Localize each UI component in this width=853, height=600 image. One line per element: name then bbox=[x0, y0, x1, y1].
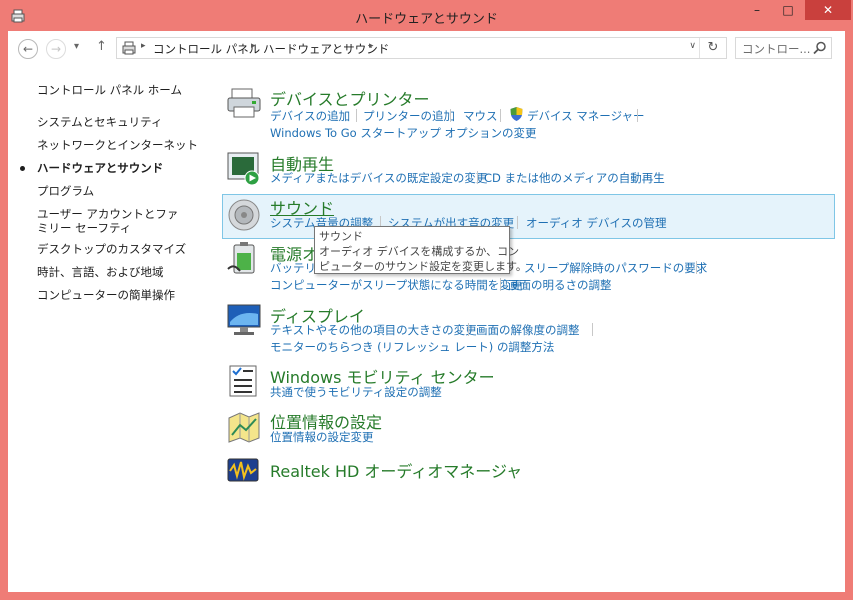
link-separator bbox=[592, 323, 593, 336]
sidebar-item-system-security[interactable]: システムとセキュリティ bbox=[37, 115, 162, 129]
link-cd-autoplay[interactable]: CD または他のメディアの自動再生 bbox=[484, 170, 665, 186]
link-mobility-settings[interactable]: 共通で使うモビリティ設定の調整 bbox=[270, 384, 442, 400]
search-box[interactable]: コントロー... bbox=[735, 37, 832, 59]
category-title[interactable]: Realtek HD オーディオマネージャ bbox=[270, 458, 522, 482]
link-windows-to-go[interactable]: Windows To Go スタートアップ オプションの変更 bbox=[270, 125, 537, 141]
link-add-device[interactable]: デバイスの追加 bbox=[270, 108, 350, 124]
control-panel-icon bbox=[122, 41, 136, 55]
link-device-manager[interactable]: デバイス マネージャー bbox=[527, 108, 645, 124]
link-separator bbox=[468, 323, 469, 336]
sidebar-item-personalization[interactable]: デスクトップのカスタマイズ bbox=[37, 242, 186, 256]
tooltip-sound: サウンド オーディオ デバイスを構成するか、コン ピューターのサウンド設定を変更… bbox=[314, 226, 527, 274]
link-separator bbox=[450, 109, 451, 122]
address-bar[interactable]: ▸ コントロール パネル ▸ ハードウェアとサウンド ▸ ∨ ↻ bbox=[116, 37, 727, 59]
link-text-size[interactable]: テキストやその他の項目の大きさの変更 bbox=[270, 322, 477, 338]
link-separator bbox=[637, 109, 638, 122]
link-adjust-brightness[interactable]: 画面の明るさの調整 bbox=[508, 277, 612, 293]
link-separator bbox=[500, 278, 501, 291]
link-separator bbox=[477, 171, 478, 184]
breadcrumb-separator[interactable]: ▸ bbox=[369, 41, 374, 51]
back-button[interactable]: ← bbox=[18, 39, 38, 59]
realtek-audio-icon[interactable] bbox=[226, 455, 260, 485]
link-separator bbox=[517, 216, 518, 229]
forward-button[interactable]: → bbox=[46, 39, 66, 59]
category-realtek-audio: Realtek HD オーディオマネージャ bbox=[222, 455, 834, 489]
link-add-printer[interactable]: プリンターの追加 bbox=[363, 108, 455, 124]
client-area: ← → ▾ ↑ ▸ コントロール パネル ▸ ハードウェアとサウンド ▸ ∨ ↻… bbox=[8, 31, 845, 592]
mobility-center-icon[interactable] bbox=[226, 364, 262, 400]
current-item-bullet bbox=[20, 166, 25, 171]
search-placeholder[interactable]: コントロー... bbox=[742, 41, 810, 57]
link-refresh-rate[interactable]: モニターのちらつき (リフレッシュ レート) の調整方法 bbox=[270, 339, 554, 355]
refresh-button[interactable]: ↻ bbox=[699, 38, 726, 58]
tooltip-line: ピューターのサウンド設定を変更します。 bbox=[319, 260, 527, 273]
speaker-icon[interactable] bbox=[226, 197, 262, 233]
sidebar-item-network-internet[interactable]: ネットワークとインターネット bbox=[37, 138, 198, 152]
link-mouse[interactable]: マウス bbox=[463, 108, 498, 124]
tooltip-title: サウンド bbox=[319, 230, 363, 243]
location-icon[interactable] bbox=[226, 409, 262, 445]
breadcrumb-separator[interactable]: ▸ bbox=[251, 41, 256, 51]
monitor-icon[interactable] bbox=[226, 302, 262, 338]
navigation-bar: ← → ▾ ↑ ▸ コントロール パネル ▸ ハードウェアとサウンド ▸ ∨ ↻… bbox=[8, 31, 845, 69]
link-separator bbox=[696, 261, 697, 274]
recent-locations-button[interactable]: ▾ bbox=[74, 41, 79, 52]
category-title[interactable]: デバイスとプリンター bbox=[270, 86, 430, 110]
link-screen-resolution[interactable]: 画面の解像度の調整 bbox=[476, 322, 580, 338]
sidebar-item-hardware-sound: ハードウェアとサウンド bbox=[37, 161, 164, 175]
minimize-button[interactable]: – bbox=[742, 0, 772, 20]
breadcrumb-separator[interactable]: ▸ bbox=[141, 41, 146, 51]
sidebar-item-ease-of-access[interactable]: コンピューターの簡単操作 bbox=[37, 288, 175, 302]
sidebar-item-clock-language-region[interactable]: 時計、言語、および地域 bbox=[37, 265, 164, 279]
sidebar-item-control-panel-home[interactable]: コントロール パネル ホーム bbox=[37, 83, 182, 97]
uac-shield-icon bbox=[510, 107, 523, 121]
link-autoplay-defaults[interactable]: メディアまたはデバイスの既定設定の変更 bbox=[270, 170, 487, 186]
printer-icon[interactable] bbox=[226, 85, 262, 121]
link-separator bbox=[500, 109, 501, 122]
link-manage-audio-devices[interactable]: オーディオ デバイスの管理 bbox=[526, 215, 667, 231]
tooltip-line: オーディオ デバイスを構成するか、コン bbox=[319, 245, 520, 258]
link-change-sleep-time[interactable]: コンピューターがスリープ状態になる時間を変更 bbox=[270, 277, 522, 293]
close-button[interactable]: ✕ bbox=[805, 0, 851, 20]
up-button[interactable]: ↑ bbox=[96, 39, 107, 54]
link-separator bbox=[356, 109, 357, 122]
window-frame: ハードウェアとサウンド – □ ✕ ← → ▾ ↑ ▸ コントロール パネル ▸… bbox=[0, 0, 853, 600]
search-icon[interactable] bbox=[813, 41, 827, 55]
sidebar-item-user-accounts[interactable]: ユーザー アカウントとファミリー セーフティ bbox=[37, 207, 182, 235]
title-bar[interactable]: ハードウェアとサウンド – □ ✕ bbox=[0, 0, 853, 32]
sidebar-item-programs[interactable]: プログラム bbox=[37, 184, 94, 198]
address-dropdown-icon[interactable]: ∨ bbox=[689, 41, 696, 51]
breadcrumb-control-panel[interactable]: コントロール パネル bbox=[153, 41, 260, 57]
window-title: ハードウェアとサウンド bbox=[355, 12, 498, 27]
autoplay-icon[interactable] bbox=[226, 150, 262, 186]
link-location-settings[interactable]: 位置情報の設定変更 bbox=[270, 429, 374, 445]
maximize-button[interactable]: □ bbox=[773, 0, 803, 20]
link-require-password-wake[interactable]: スリープ解除時のパスワードの要求 bbox=[524, 260, 707, 276]
battery-icon[interactable] bbox=[226, 241, 262, 277]
